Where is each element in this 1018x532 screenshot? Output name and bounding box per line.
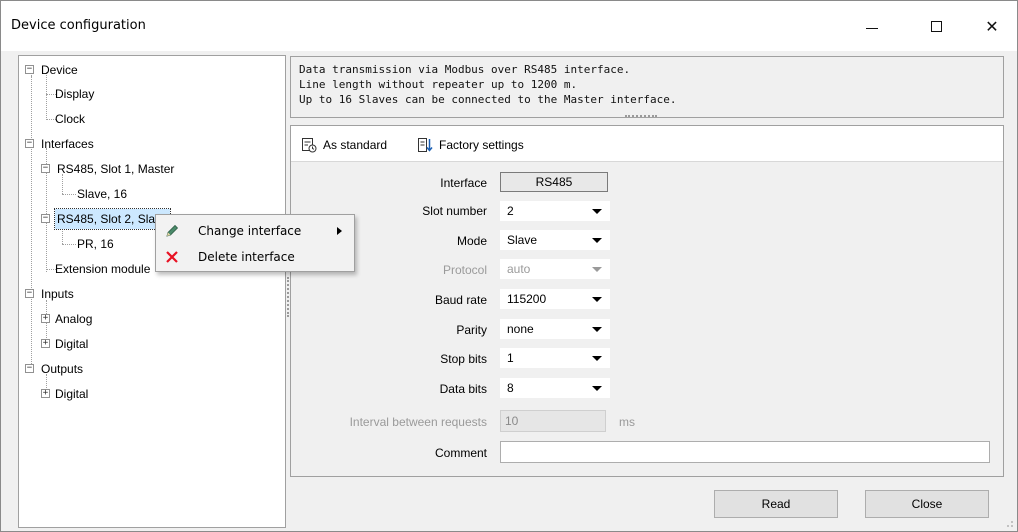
tree-item-label: Outputs (41, 362, 84, 376)
tree-item-label: Inputs (41, 287, 74, 301)
mode-value: Slave (507, 233, 538, 247)
description-line: Up to 16 Slaves can be connected to the … (299, 93, 677, 106)
close-button[interactable]: Close (865, 490, 989, 518)
tree-context-menu: Change interface Delete interface (155, 214, 355, 272)
tree-line (62, 244, 76, 245)
collapse-icon[interactable]: − (41, 164, 50, 173)
protocol-value: auto (507, 262, 531, 276)
maximize-button[interactable] (913, 9, 959, 43)
red-x-icon (166, 251, 178, 263)
expand-icon[interactable]: + (41, 339, 50, 348)
parity-select[interactable]: none (500, 319, 610, 339)
collapse-icon[interactable]: − (25, 289, 34, 298)
stop-bits-value: 1 (507, 351, 514, 365)
window-title: Device configuration (11, 18, 146, 33)
device-tree[interactable]: − Device Display Clock − Interfaces − RS… (18, 55, 286, 528)
baud-rate-label: Baud rate (434, 293, 487, 307)
chevron-down-icon (592, 209, 602, 214)
tree-item-label: Interfaces (41, 137, 94, 151)
tree-item-label: Digital (55, 387, 89, 401)
baud-rate-value: 115200 (507, 292, 547, 306)
baud-rate-select[interactable]: 115200 (500, 289, 610, 309)
interface-description: Data transmission via Modbus over RS485 … (290, 56, 1004, 118)
settings-panel: As standard Factory settings Interface R… (290, 125, 1004, 477)
collapse-icon[interactable]: − (25, 139, 34, 148)
pencil-icon (166, 224, 179, 237)
interval-unit: ms (619, 415, 635, 429)
chevron-down-icon (592, 238, 602, 243)
as-standard-icon (302, 138, 317, 153)
as-standard-button[interactable]: As standard (301, 135, 387, 155)
interval-label: Interval between requests (349, 415, 487, 429)
interface-label: Interface (440, 176, 487, 190)
chevron-down-icon (592, 267, 602, 272)
parity-label: Parity (456, 323, 487, 337)
maximize-icon (930, 20, 942, 32)
chevron-down-icon (592, 327, 602, 332)
delete-interface-menu-item[interactable]: Delete interface (156, 245, 354, 269)
description-line: Line length without repeater up to 1200 … (299, 78, 578, 91)
as-standard-label: As standard (323, 138, 388, 152)
collapse-icon[interactable]: − (25, 65, 34, 74)
tree-line (62, 194, 76, 195)
change-interface-menu-item[interactable]: Change interface (156, 219, 354, 243)
tree-item-label: PR, 16 (77, 237, 114, 251)
data-bits-select[interactable]: 8 (500, 378, 610, 398)
tree-line (31, 76, 32, 120)
factory-reset-icon (418, 138, 433, 152)
factory-settings-label: Factory settings (439, 138, 524, 152)
tree-item-label: Device (41, 63, 78, 77)
submenu-arrow-icon (337, 227, 342, 235)
tree-item-label: Extension module (55, 262, 151, 276)
read-button[interactable]: Read (714, 490, 838, 518)
tree-item-label: Display (55, 87, 95, 101)
tree-item-label: Clock (55, 112, 86, 126)
device-configuration-window: Device configuration ✕ − Device Display … (0, 0, 1018, 532)
slot-number-value: 2 (507, 204, 514, 218)
interface-value: RS485 (500, 172, 608, 192)
delete-interface-label: Delete interface (198, 250, 295, 264)
expand-icon[interactable]: + (41, 314, 50, 323)
vertical-splitter-grip[interactable] (287, 277, 289, 317)
collapse-icon[interactable]: − (25, 364, 34, 373)
collapse-icon[interactable]: − (41, 214, 50, 223)
slot-number-select[interactable]: 2 (500, 201, 610, 221)
tree-item-label: Digital (55, 337, 89, 351)
data-bits-label: Data bits (439, 382, 487, 396)
protocol-select: auto (500, 259, 610, 279)
resize-grip-icon[interactable] (1004, 518, 1014, 528)
tree-item-label: RS485, Slot 1, Master (57, 162, 175, 176)
change-interface-label: Change interface (198, 224, 302, 238)
factory-settings-button[interactable]: Factory settings (417, 135, 524, 155)
tree-item-label: Analog (55, 312, 93, 326)
tree-item-label: RS485, Slot 2, Slave (54, 208, 171, 230)
parity-value: none (507, 322, 534, 336)
comment-input[interactable] (500, 441, 990, 463)
minimize-icon (866, 27, 878, 29)
description-line: Data transmission via Modbus over RS485 … (299, 63, 631, 76)
title-bar[interactable]: Device configuration ✕ (1, 1, 1017, 51)
chevron-down-icon (592, 386, 602, 391)
comment-label: Comment (434, 446, 487, 460)
horizontal-splitter-grip[interactable] (625, 115, 657, 117)
interval-input: 10 (500, 410, 606, 432)
mode-select[interactable]: Slave (500, 230, 610, 250)
close-icon: ✕ (985, 16, 999, 36)
stop-bits-select[interactable]: 1 (500, 348, 610, 368)
chevron-down-icon (592, 297, 602, 302)
stop-bits-label: Stop bits (440, 352, 487, 366)
minimize-button[interactable] (849, 9, 895, 43)
close-window-button[interactable]: ✕ (969, 9, 1015, 43)
tree-item-label: Slave, 16 (77, 187, 128, 201)
data-bits-value: 8 (507, 381, 514, 395)
chevron-down-icon (592, 356, 602, 361)
expand-icon[interactable]: + (41, 389, 50, 398)
toolbar: As standard Factory settings (291, 126, 1003, 162)
